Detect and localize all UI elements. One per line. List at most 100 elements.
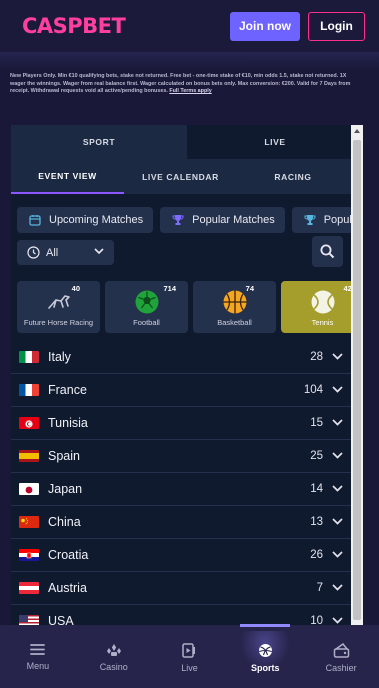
upcoming-matches-chip[interactable]: Upcoming Matches (17, 207, 154, 233)
live-icon (182, 643, 196, 658)
tab-live-calendar[interactable]: LIVE CALENDAR (124, 159, 237, 194)
country-count: 25 (310, 450, 323, 462)
popular-matches-label: Popular Matches (192, 214, 275, 226)
country-name: USA (48, 614, 74, 625)
country-count: 10 (310, 615, 323, 625)
chevron-down-icon (332, 386, 343, 393)
menu-icon (30, 644, 46, 655)
country-name: France (48, 383, 87, 397)
country-row-austria[interactable]: Austria 7 (11, 572, 351, 605)
tab-racing[interactable]: RACING (237, 159, 349, 194)
country-count: 26 (310, 549, 323, 561)
country-row-france[interactable]: France 104 (11, 374, 351, 407)
sports-ball-icon (258, 644, 272, 657)
nav-live[interactable]: Live (152, 625, 228, 688)
country-list: Italy 28 France 104 Tunisia 15 Spain 25 (11, 341, 351, 625)
spain-flag (19, 450, 39, 462)
sport-count: 40 (71, 284, 80, 293)
country-name: Italy (48, 350, 71, 364)
nav-cashier[interactable]: Cashier (303, 625, 379, 688)
time-filter-value: All (46, 246, 59, 259)
sport-card-basketball[interactable]: 74 Basketball (193, 281, 276, 333)
scroll-thumb[interactable] (353, 140, 361, 620)
tab-live[interactable]: LIVE (187, 125, 363, 159)
chevron-down-icon (94, 248, 104, 255)
popular-matches-chip[interactable]: Popular Matches (160, 207, 285, 233)
nav-label: Sports (251, 663, 280, 673)
sport-name: Basketball (217, 318, 252, 327)
nav-label: Live (181, 663, 198, 673)
chevron-down-icon (332, 419, 343, 426)
sport-count: 74 (245, 284, 254, 293)
basketball-icon (223, 290, 246, 314)
chevron-down-icon (332, 617, 343, 624)
quick-filter-chips: Upcoming Matches Popular Matches Populi (17, 207, 363, 233)
top-header: CASPBET Join now Login (0, 0, 379, 52)
country-count: 28 (310, 351, 323, 363)
nav-label: Casino (99, 662, 128, 672)
tab-sport[interactable]: SPORT (11, 125, 187, 159)
panel-scrollbar[interactable] (351, 125, 363, 625)
croatia-flag (19, 549, 39, 561)
calendar-icon (29, 215, 41, 226)
nav-casino[interactable]: Casino (76, 625, 152, 688)
country-row-japan[interactable]: Japan 14 (11, 473, 351, 506)
tab-event-view[interactable]: EVENT VIEW (11, 159, 124, 194)
trophy-icon (304, 215, 316, 225)
sport-name: Tennis (311, 318, 334, 327)
nav-label: Cashier (325, 663, 357, 673)
country-row-china[interactable]: China 13 (11, 506, 351, 539)
country-name: China (48, 515, 81, 529)
chevron-down-icon (332, 485, 343, 492)
login-button[interactable]: Login (308, 11, 365, 41)
search-icon (320, 244, 335, 259)
country-row-tunisia[interactable]: Tunisia 15 (11, 407, 351, 440)
scroll-up-arrow[interactable] (354, 129, 360, 133)
clock-icon (27, 246, 40, 259)
football-icon (135, 290, 158, 314)
tunisia-flag (19, 417, 39, 429)
header-divider (0, 52, 379, 70)
nav-menu[interactable]: Menu (0, 625, 76, 688)
country-count: 14 (310, 483, 323, 495)
promo-terms: New Players Only. Min €10 qualifying bet… (10, 73, 356, 96)
chevron-down-icon (332, 452, 343, 459)
italy-flag (19, 351, 39, 363)
upcoming-matches-label: Upcoming Matches (49, 214, 144, 226)
country-name: Tunisia (48, 416, 88, 430)
country-row-usa[interactable]: USA 10 (11, 605, 351, 625)
country-name: Croatia (48, 548, 89, 562)
nav-sports[interactable]: Sports (227, 624, 303, 688)
horse-icon (47, 295, 70, 309)
country-count: 13 (310, 516, 323, 528)
cashier-icon (333, 643, 349, 658)
country-row-croatia[interactable]: Croatia 26 (11, 539, 351, 572)
chevron-down-icon (332, 551, 343, 558)
country-count: 104 (303, 384, 323, 396)
tennis-icon (311, 290, 334, 314)
france-flag (19, 384, 39, 396)
caspbet-logo[interactable]: CASPBET (22, 14, 126, 38)
country-row-italy[interactable]: Italy 28 (11, 341, 351, 374)
japan-flag (19, 483, 39, 495)
usa-flag (19, 615, 39, 625)
trophy-icon (172, 215, 184, 225)
country-name: Spain (48, 449, 80, 463)
sport-name: Football (133, 318, 160, 327)
join-now-button[interactable]: Join now (230, 11, 300, 41)
time-filter-select[interactable]: All (17, 240, 114, 265)
country-row-spain[interactable]: Spain 25 (11, 440, 351, 473)
country-count: 7 (316, 582, 323, 594)
sport-card-football[interactable]: 714 Football (105, 281, 188, 333)
china-flag (19, 516, 39, 528)
sport-count: 714 (163, 284, 176, 293)
country-name: Japan (48, 482, 83, 496)
chevron-down-icon (332, 584, 343, 591)
full-terms-link[interactable]: Full Terms apply (169, 88, 211, 94)
nav-label: Menu (26, 661, 50, 671)
bottom-navigation: Menu Casino Live Sports Cashier (0, 624, 379, 688)
sport-card-horse-racing[interactable]: 40 Future Horse Racing (17, 281, 100, 333)
sport-live-tabs: SPORT LIVE (11, 125, 363, 159)
view-tabs: EVENT VIEW LIVE CALENDAR RACING (11, 159, 363, 194)
search-button[interactable] (312, 236, 343, 267)
